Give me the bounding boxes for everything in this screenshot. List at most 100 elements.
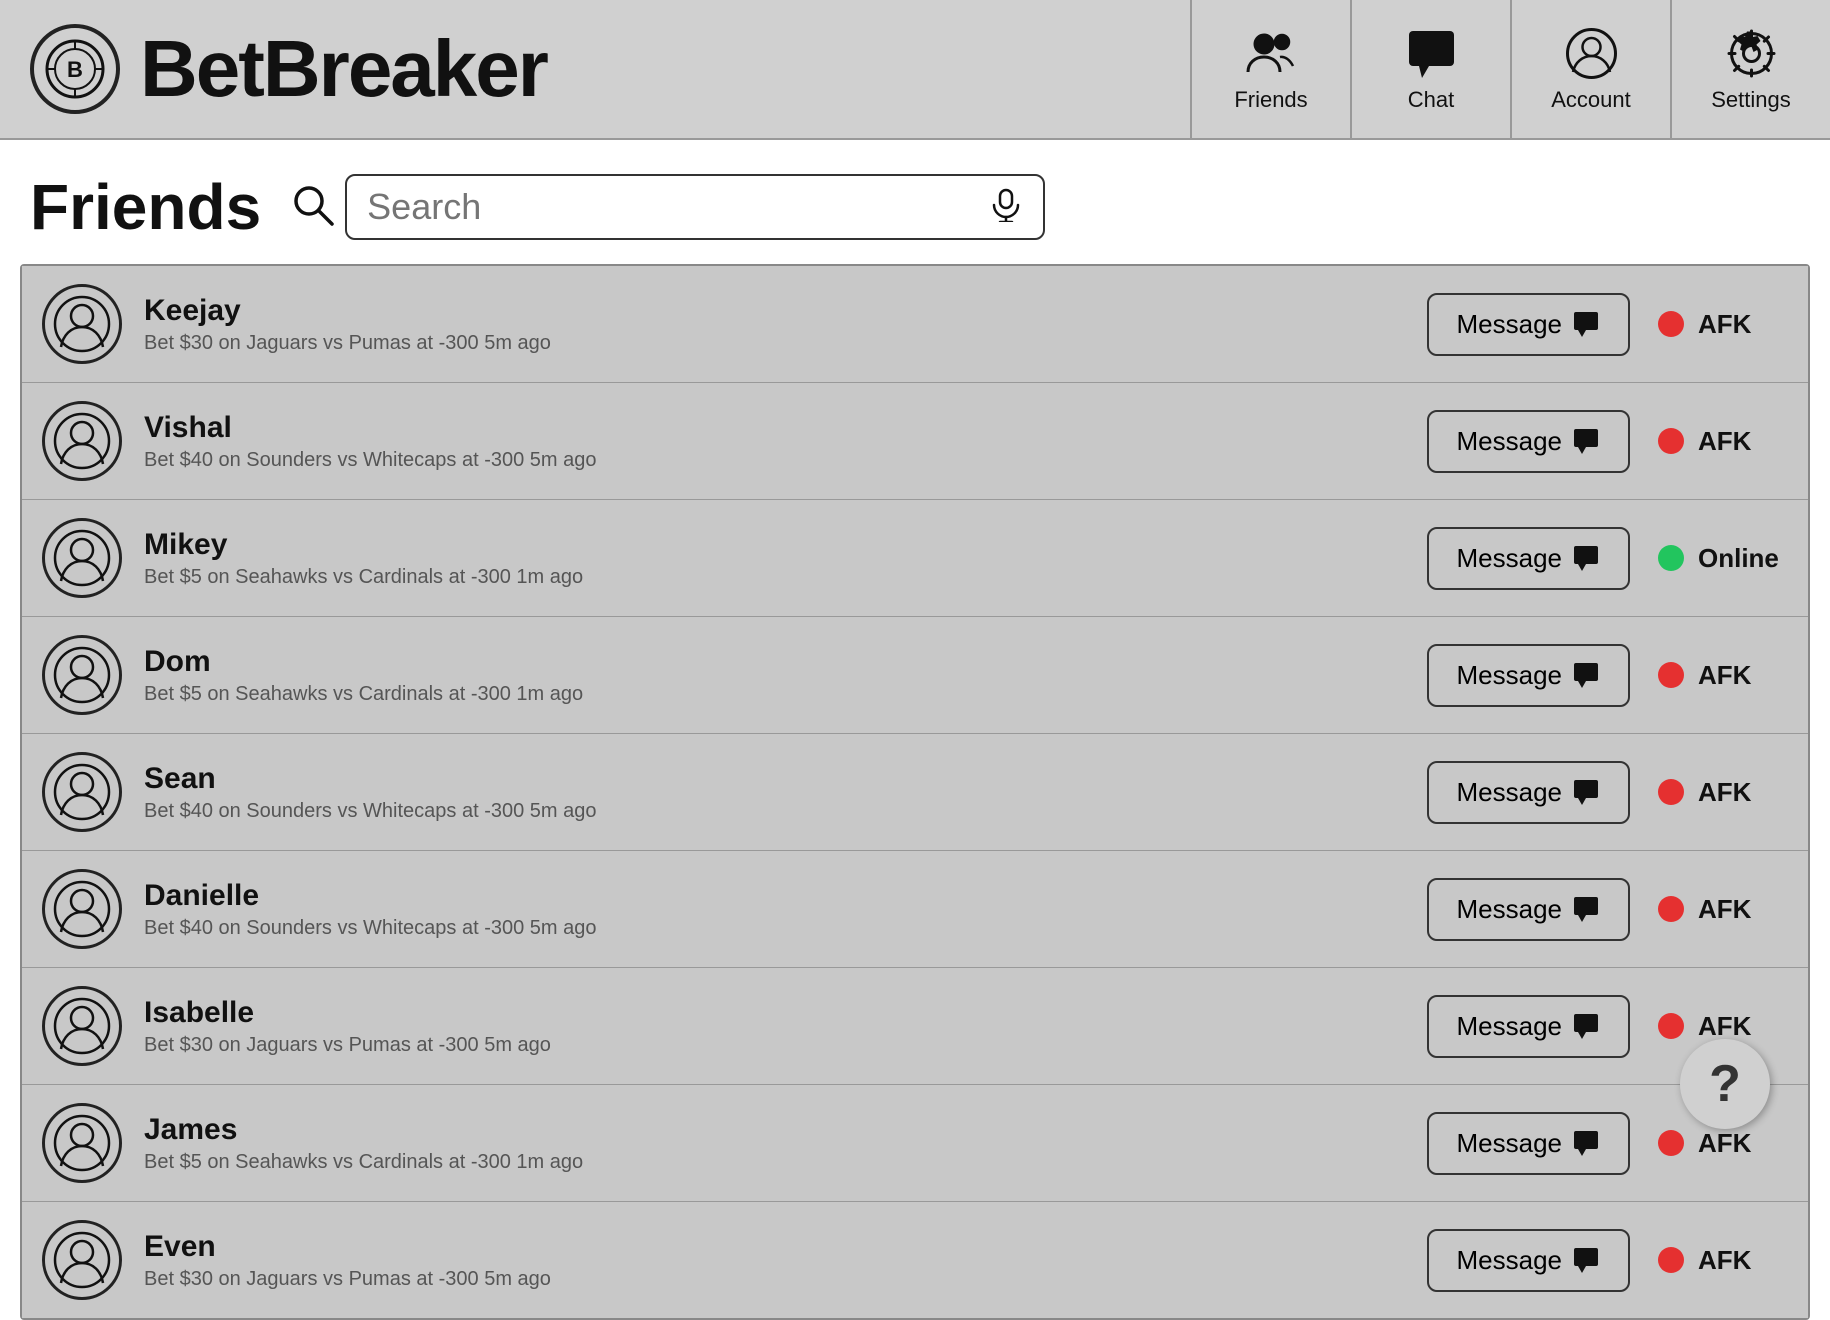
friend-name: Isabelle <box>144 996 1427 1030</box>
message-button[interactable]: Message <box>1427 995 1631 1058</box>
status-label: AFK <box>1698 1128 1788 1159</box>
status-label: AFK <box>1698 894 1788 925</box>
message-button[interactable]: Message <box>1427 293 1631 356</box>
friend-info: Sean Bet $40 on Sounders vs Whitecaps at… <box>144 762 1427 823</box>
nav-friends[interactable]: Friends <box>1190 0 1350 138</box>
page-title: Friends <box>30 170 261 244</box>
status-dot <box>1658 545 1684 571</box>
message-icon <box>1572 1129 1600 1157</box>
status-dot <box>1658 1247 1684 1273</box>
message-button[interactable]: Message <box>1427 761 1631 824</box>
message-button[interactable]: Message <box>1427 878 1631 941</box>
friend-activity: Bet $5 on Seahawks vs Cardinals at -300 … <box>144 1151 1427 1174</box>
status-dot <box>1658 1013 1684 1039</box>
friend-info: Danielle Bet $40 on Sounders vs Whitecap… <box>144 879 1427 940</box>
status-label: AFK <box>1698 1245 1788 1276</box>
main-nav: Friends Chat Account <box>1190 0 1830 138</box>
logo-area: B BetBreaker <box>0 24 577 114</box>
nav-settings[interactable]: Settings <box>1670 0 1830 138</box>
message-icon <box>1572 427 1600 455</box>
friend-name: Sean <box>144 762 1427 796</box>
list-item: Dom Bet $5 on Seahawks vs Cardinals at -… <box>22 617 1808 734</box>
list-item: Isabelle Bet $30 on Jaguars vs Pumas at … <box>22 968 1808 1085</box>
status-label: AFK <box>1698 426 1788 457</box>
friend-name: Keejay <box>144 294 1427 328</box>
list-item: James Bet $5 on Seahawks vs Cardinals at… <box>22 1085 1808 1202</box>
status-label: AFK <box>1698 309 1788 340</box>
list-item: Even Bet $30 on Jaguars vs Pumas at -300… <box>22 1202 1808 1318</box>
friend-name: Even <box>144 1230 1427 1264</box>
message-button[interactable]: Message <box>1427 1229 1631 1292</box>
message-icon <box>1572 310 1600 338</box>
nav-chat-label: Chat <box>1408 87 1454 113</box>
settings-icon <box>1724 26 1779 81</box>
nav-account-label: Account <box>1551 87 1631 113</box>
avatar <box>42 986 122 1066</box>
status-label: AFK <box>1698 1011 1788 1042</box>
friend-name: Vishal <box>144 411 1427 445</box>
list-item: Sean Bet $40 on Sounders vs Whitecaps at… <box>22 734 1808 851</box>
friend-info: Mikey Bet $5 on Seahawks vs Cardinals at… <box>144 528 1427 589</box>
friend-name: Dom <box>144 645 1427 679</box>
friend-activity: Bet $30 on Jaguars vs Pumas at -300 5m a… <box>144 332 1427 355</box>
friend-info: Isabelle Bet $30 on Jaguars vs Pumas at … <box>144 996 1427 1057</box>
friend-name: James <box>144 1113 1427 1147</box>
help-button[interactable]: ? <box>1680 1039 1770 1129</box>
avatar <box>42 401 122 481</box>
message-icon <box>1572 1012 1600 1040</box>
friend-name: Danielle <box>144 879 1427 913</box>
friend-activity: Bet $30 on Jaguars vs Pumas at -300 5m a… <box>144 1034 1427 1057</box>
friend-activity: Bet $5 on Seahawks vs Cardinals at -300 … <box>144 566 1427 589</box>
search-box[interactable] <box>345 174 1045 240</box>
friend-activity: Bet $5 on Seahawks vs Cardinals at -300 … <box>144 683 1427 706</box>
message-icon <box>1572 895 1600 923</box>
search-icon <box>291 183 335 232</box>
friend-info: James Bet $5 on Seahawks vs Cardinals at… <box>144 1113 1427 1174</box>
friend-info: Dom Bet $5 on Seahawks vs Cardinals at -… <box>144 645 1427 706</box>
mic-icon <box>989 188 1023 227</box>
friends-list: Keejay Bet $30 on Jaguars vs Pumas at -3… <box>20 264 1810 1320</box>
status-dot <box>1658 311 1684 337</box>
message-button[interactable]: Message <box>1427 410 1631 473</box>
status-dot <box>1658 896 1684 922</box>
avatar <box>42 518 122 598</box>
avatar <box>42 869 122 949</box>
message-icon <box>1572 544 1600 572</box>
friend-name: Mikey <box>144 528 1427 562</box>
message-button[interactable]: Message <box>1427 527 1631 590</box>
list-item: Danielle Bet $40 on Sounders vs Whitecap… <box>22 851 1808 968</box>
friends-header: Friends <box>0 140 1830 264</box>
avatar <box>42 635 122 715</box>
friend-info: Keejay Bet $30 on Jaguars vs Pumas at -3… <box>144 294 1427 355</box>
status-label: AFK <box>1698 777 1788 808</box>
app-header: B BetBreaker Friends C <box>0 0 1830 140</box>
friend-activity: Bet $40 on Sounders vs Whitecaps at -300… <box>144 449 1427 472</box>
search-input[interactable] <box>367 186 979 228</box>
list-item: Vishal Bet $40 on Sounders vs Whitecaps … <box>22 383 1808 500</box>
avatar <box>42 752 122 832</box>
friend-activity: Bet $40 on Sounders vs Whitecaps at -300… <box>144 917 1427 940</box>
avatar <box>42 284 122 364</box>
message-icon <box>1572 778 1600 806</box>
friend-info: Even Bet $30 on Jaguars vs Pumas at -300… <box>144 1230 1427 1291</box>
list-item: Keejay Bet $30 on Jaguars vs Pumas at -3… <box>22 266 1808 383</box>
status-dot <box>1658 779 1684 805</box>
status-dot <box>1658 1130 1684 1156</box>
friends-icon <box>1244 26 1299 81</box>
logo-icon: B <box>30 24 120 114</box>
nav-account[interactable]: Account <box>1510 0 1670 138</box>
status-label: AFK <box>1698 660 1788 691</box>
list-item: Mikey Bet $5 on Seahawks vs Cardinals at… <box>22 500 1808 617</box>
message-icon <box>1572 661 1600 689</box>
app-title: BetBreaker <box>140 29 547 109</box>
svg-text:B: B <box>67 57 83 82</box>
nav-settings-label: Settings <box>1711 87 1791 113</box>
status-label: Online <box>1698 543 1788 574</box>
message-button[interactable]: Message <box>1427 644 1631 707</box>
message-button[interactable]: Message <box>1427 1112 1631 1175</box>
friend-info: Vishal Bet $40 on Sounders vs Whitecaps … <box>144 411 1427 472</box>
avatar <box>42 1103 122 1183</box>
message-icon <box>1572 1246 1600 1274</box>
nav-chat[interactable]: Chat <box>1350 0 1510 138</box>
chat-icon <box>1404 26 1459 81</box>
